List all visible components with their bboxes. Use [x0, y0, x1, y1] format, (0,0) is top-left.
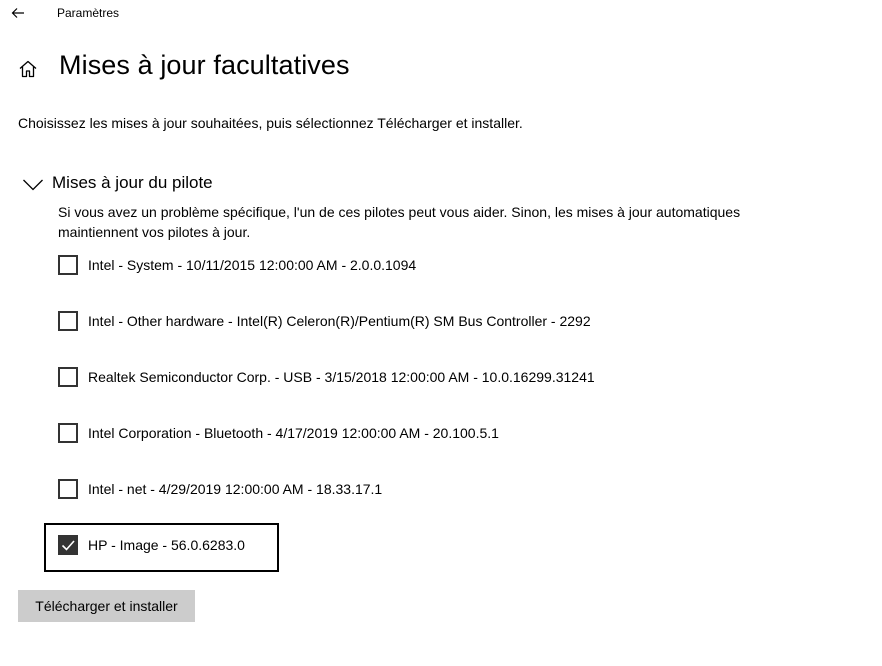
driver-label: Intel Corporation - Bluetooth - 4/17/201…	[88, 425, 499, 441]
driver-checkbox-checked[interactable]	[58, 535, 78, 555]
app-title: Paramètres	[57, 6, 120, 20]
instructions-text: Choisissez les mises à jour souhaitées, …	[18, 115, 523, 131]
driver-item-realtek-usb[interactable]: Realtek Semiconductor Corp. - USB - 3/15…	[58, 366, 595, 388]
driver-label: Realtek Semiconductor Corp. - USB - 3/15…	[88, 369, 595, 385]
back-arrow-icon	[11, 8, 24, 18]
checkmark-icon	[61, 540, 75, 551]
settings-window: Paramètres Mises à jour facultatives Cho…	[0, 0, 882, 666]
driver-label: Intel - Other hardware - Intel(R) Celero…	[88, 313, 591, 329]
home-button[interactable]	[16, 57, 40, 81]
driver-label: HP - Image - 56.0.6283.0	[88, 537, 245, 553]
section-title: Mises à jour du pilote	[52, 173, 213, 192]
chevron-down-icon	[23, 179, 43, 191]
driver-checkbox[interactable]	[58, 255, 78, 275]
driver-checkbox[interactable]	[58, 311, 78, 331]
driver-updates-toggle[interactable]: Mises à jour du pilote	[22, 170, 213, 196]
back-button[interactable]	[6, 2, 30, 24]
page-title: Mises à jour facultatives	[59, 50, 350, 80]
driver-label: Intel - System - 10/11/2015 12:00:00 AM …	[88, 257, 417, 273]
driver-label: Intel - net - 4/29/2019 12:00:00 AM - 18…	[88, 481, 383, 497]
driver-checkbox[interactable]	[58, 367, 78, 387]
driver-item-intel-net[interactable]: Intel - net - 4/29/2019 12:00:00 AM - 18…	[58, 478, 382, 500]
driver-item-hp-image[interactable]: HP - Image - 56.0.6283.0	[58, 534, 245, 556]
driver-checkbox[interactable]	[58, 479, 78, 499]
driver-item-intel-bluetooth[interactable]: Intel Corporation - Bluetooth - 4/17/201…	[58, 422, 499, 444]
driver-item-intel-system[interactable]: Intel - System - 10/11/2015 12:00:00 AM …	[58, 254, 416, 276]
home-icon	[19, 60, 37, 78]
driver-checkbox[interactable]	[58, 423, 78, 443]
title-bar: Paramètres	[0, 0, 882, 28]
section-description: Si vous avez un problème spécifique, l'u…	[58, 204, 741, 240]
driver-item-intel-other-hardware[interactable]: Intel - Other hardware - Intel(R) Celero…	[58, 310, 591, 332]
download-install-button[interactable]: Télécharger et installer	[18, 590, 195, 622]
